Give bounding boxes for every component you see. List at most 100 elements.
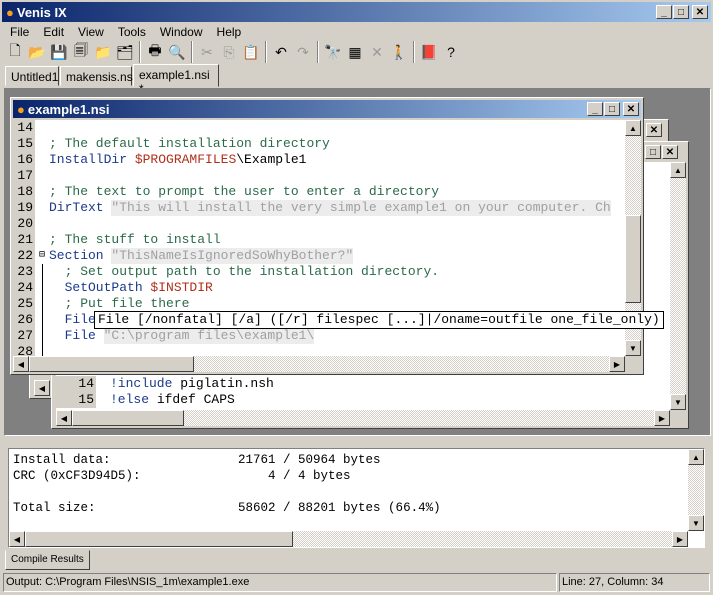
output-line: CRC (0xCF3D94D5): 4 / 4 bytes bbox=[13, 469, 351, 483]
new-file-icon[interactable]: 🗋 bbox=[4, 41, 26, 63]
calltip: File [/nonfatal] [/a] ([/r] filespec [..… bbox=[94, 311, 664, 329]
maximize-button[interactable]: □ bbox=[673, 5, 689, 19]
output-horizontal-scrollbar[interactable]: ◀ ▶ bbox=[9, 531, 688, 547]
undo-icon[interactable]: ↶ bbox=[270, 41, 292, 63]
fold-margin bbox=[42, 264, 43, 280]
code-token: File bbox=[49, 312, 96, 327]
paste-icon[interactable]: 📋 bbox=[240, 41, 262, 63]
output-vertical-scrollbar[interactable]: ▲ ▼ bbox=[688, 449, 704, 531]
line-number: 18 bbox=[13, 184, 35, 200]
code-token: ; The stuff to install bbox=[49, 232, 221, 247]
line-number: 15 bbox=[56, 392, 96, 408]
app-icon: ● bbox=[6, 4, 14, 20]
tab-compile-results[interactable]: Compile Results bbox=[5, 550, 90, 570]
fold-margin bbox=[42, 296, 43, 312]
save-all-icon[interactable]: 🗐 bbox=[70, 41, 92, 63]
compile-icon[interactable]: ▦ bbox=[344, 41, 366, 63]
stop-icon[interactable]: ✕ bbox=[366, 41, 388, 63]
code-line: 14 !include piglatin.nsh bbox=[56, 376, 670, 392]
background-window-close-button[interactable]: ✕ bbox=[646, 123, 662, 137]
maximize-button[interactable]: □ bbox=[645, 145, 661, 159]
tab-example1-nsi-[interactable]: example1.nsi * bbox=[133, 64, 219, 96]
save-project-icon[interactable]: 🗂 bbox=[114, 41, 136, 63]
menu-tools[interactable]: Tools bbox=[118, 25, 146, 39]
fold-margin bbox=[96, 392, 110, 408]
code-token: $INSTDIR bbox=[150, 280, 213, 295]
menu-file[interactable]: File bbox=[10, 25, 29, 39]
scroll-left-button[interactable]: ◀ bbox=[34, 380, 50, 396]
fold-collapse-icon[interactable]: ⊟ bbox=[35, 248, 49, 264]
open-project-icon[interactable]: 📁 bbox=[92, 41, 114, 63]
line-number: 19 bbox=[13, 200, 35, 216]
toolbar-separator bbox=[139, 41, 141, 63]
fold-margin bbox=[35, 216, 49, 232]
code-line: 25 ; Put file there bbox=[13, 296, 625, 312]
help-icon[interactable]: ? bbox=[440, 41, 462, 63]
editor-title-bar: ● example1.nsi _ □ ✕ bbox=[13, 100, 641, 118]
code-token: DirText bbox=[49, 200, 112, 215]
code-line: 24 SetOutPath $INSTDIR bbox=[13, 280, 625, 296]
code-line: 15 ; The default installation directory bbox=[13, 136, 625, 152]
help-book-icon[interactable]: 📕 bbox=[418, 41, 440, 63]
code-token: SetOutPath bbox=[49, 280, 151, 295]
menu-view[interactable]: View bbox=[78, 25, 104, 39]
compile-output: Install data: 21761 / 50964 bytes CRC (0x… bbox=[8, 448, 705, 548]
editor-title: example1.nsi bbox=[27, 101, 110, 117]
code-line: 15 !else ifdef CAPS bbox=[56, 392, 670, 408]
line-number: 15 bbox=[13, 136, 35, 152]
line-number: 28 bbox=[13, 344, 35, 356]
copy-icon[interactable]: ⎘ bbox=[218, 41, 240, 63]
code-line: 28 bbox=[13, 344, 625, 356]
line-number: 17 bbox=[13, 168, 35, 184]
tab-untitled1[interactable]: Untitled1 bbox=[5, 66, 59, 86]
menu-help[interactable]: Help bbox=[217, 25, 242, 39]
code-token: "C:\program files\example1\ bbox=[103, 328, 315, 344]
print-icon[interactable]: 🖶 bbox=[144, 41, 166, 63]
run-icon[interactable]: 🚶 bbox=[388, 41, 410, 63]
status-position: Line: 27, Column: 34 bbox=[559, 573, 710, 592]
save-icon[interactable]: 💾 bbox=[48, 41, 70, 63]
find-icon[interactable]: 🔭 bbox=[322, 41, 344, 63]
code-token: ifdef CAPS bbox=[156, 392, 235, 407]
fold-margin bbox=[35, 136, 49, 152]
code-token: !else bbox=[110, 392, 157, 407]
code-token: "This will install the very simple examp… bbox=[111, 200, 611, 216]
status-output: Output: C:\Program Files\NSIS_1m\example… bbox=[3, 573, 557, 592]
minimize-button[interactable]: _ bbox=[587, 102, 603, 116]
horizontal-scrollbar[interactable]: ◀ ▶ bbox=[56, 410, 670, 426]
open-folder-icon[interactable]: 📂 bbox=[26, 41, 48, 63]
close-button[interactable]: ✕ bbox=[692, 5, 708, 19]
code-line: 27 File "C:\program files\example1\ bbox=[13, 328, 625, 344]
vertical-scrollbar[interactable]: ▲ ▼ bbox=[670, 162, 686, 410]
code-line: 17 bbox=[13, 168, 625, 184]
maximize-button[interactable]: □ bbox=[604, 102, 620, 116]
code-token: ; Put file there bbox=[49, 296, 190, 311]
code-line: 19 DirText "This will install the very si… bbox=[13, 200, 625, 216]
mdi-area: ✕ ◀ □ ✕ 14 !include piglatin.nsh 15 !else i… bbox=[4, 88, 711, 436]
cut-icon[interactable]: ✂ bbox=[196, 41, 218, 63]
tab-makensis-nsi[interactable]: makensis.nsi bbox=[60, 66, 135, 86]
line-number: 26 bbox=[13, 312, 35, 328]
code-token: InstallDir bbox=[49, 152, 135, 167]
close-button[interactable]: ✕ bbox=[623, 102, 639, 116]
close-button[interactable]: ✕ bbox=[662, 145, 678, 159]
horizontal-scrollbar[interactable]: ◀ ▶ bbox=[13, 356, 625, 372]
menu-window[interactable]: Window bbox=[160, 25, 203, 39]
code-token: ; Set output path to the installation di… bbox=[49, 264, 440, 279]
code-line: 20 bbox=[13, 216, 625, 232]
app-title-bar: ● Venis IX _ □ ✕ bbox=[2, 2, 711, 22]
fold-margin bbox=[35, 120, 49, 136]
fold-margin bbox=[42, 312, 43, 328]
fold-margin bbox=[96, 376, 110, 392]
fold-margin bbox=[35, 152, 49, 168]
fold-margin bbox=[35, 232, 49, 248]
print-preview-icon[interactable]: 🔍 bbox=[166, 41, 188, 63]
code-token: "ThisNameIsIgnoredSoWhyBother?" bbox=[111, 248, 354, 264]
menu-edit[interactable]: Edit bbox=[43, 25, 64, 39]
line-number: 25 bbox=[13, 296, 35, 312]
document-icon: ● bbox=[17, 101, 25, 117]
app-title: Venis IX bbox=[16, 4, 67, 20]
redo-icon[interactable]: ↷ bbox=[292, 41, 314, 63]
minimize-button[interactable]: _ bbox=[656, 5, 672, 19]
code-line: 16 InstallDir $PROGRAMFILES \Example1 bbox=[13, 152, 625, 168]
